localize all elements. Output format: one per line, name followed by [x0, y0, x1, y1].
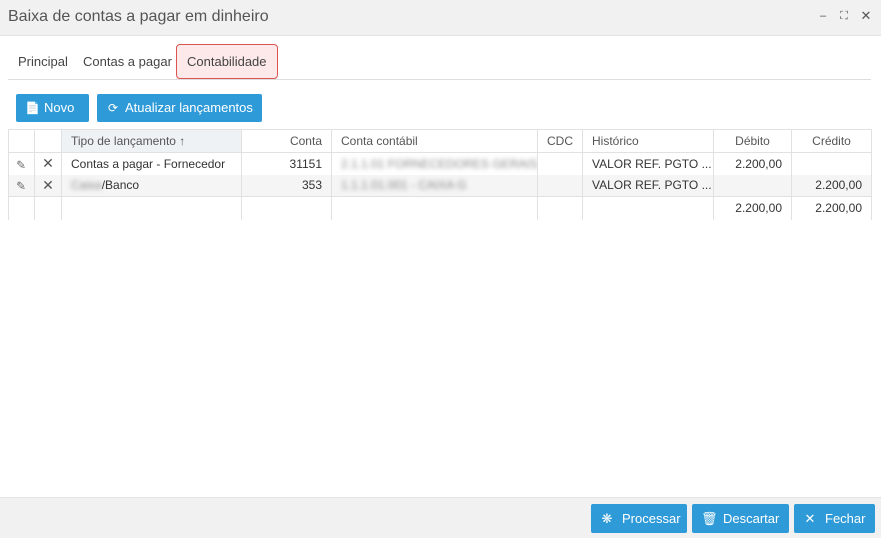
cdc-cell: [537, 174, 583, 197]
historico-column-header[interactable]: Histórico: [582, 129, 714, 153]
atualizar-lancamentos-button[interactable]: ⟳ Atualizar lançamentos: [97, 94, 262, 122]
dialog-footer: ❋ Processar 🗑 Descartar ✕ Fechar: [0, 497, 881, 538]
debito-column-header[interactable]: Débito: [713, 129, 792, 153]
debito-cell: [713, 174, 792, 197]
total-credito: 2.200,00: [791, 196, 872, 220]
delete-x-icon[interactable]: ✕: [42, 177, 54, 193]
edit-column-header: [8, 129, 35, 153]
credito-cell: [791, 152, 872, 175]
conta-contabil-cell: 2.1.1.01 FORNECEDORES GERAIS...: [331, 152, 538, 175]
conta-contabil-cell: 1.1.1.01.001 - CAIXA G: [331, 174, 538, 197]
tab-contas-a-pagar[interactable]: Contas a pagar: [73, 44, 182, 79]
lancamentos-grid: Tipo de lançamento ↑ Conta Conta contábi…: [8, 129, 872, 220]
conta-column-header[interactable]: Conta: [241, 129, 332, 153]
fechar-button-label: Fechar: [825, 511, 866, 526]
novo-button-label: Novo: [44, 100, 75, 115]
debito-cell: 2.200,00: [713, 152, 792, 175]
close-x-icon: ✕: [804, 511, 816, 526]
edit-cell[interactable]: ✏: [8, 152, 35, 175]
tab-principal[interactable]: Principal: [8, 44, 78, 79]
window-titlebar: Baixa de contas a pagar em dinheiro ‒ ⛶ …: [0, 0, 881, 36]
pencil-icon[interactable]: ✏: [13, 156, 30, 173]
new-file-icon: 📄: [25, 101, 40, 115]
processar-button-label: Processar: [622, 511, 681, 526]
spinner-icon: ❋: [601, 511, 613, 526]
tab-bar: Principal Contas a pagar Contabilidade: [8, 44, 871, 80]
tab-contabilidade[interactable]: Contabilidade: [176, 44, 278, 79]
conta-cell: 31151: [241, 152, 332, 175]
table-row[interactable]: ✏ ✕ Caixa/Banco 353 1.1.1.01.001 - CAIXA…: [8, 174, 872, 197]
total-debito: 2.200,00: [713, 196, 792, 220]
descartar-button-label: Descartar: [723, 511, 780, 526]
novo-button[interactable]: 📄 Novo: [16, 94, 89, 122]
maximize-icon[interactable]: ⛶: [837, 9, 851, 23]
tipo-cell: Contas a pagar - Fornecedor: [61, 152, 242, 175]
cdc-cell: [537, 152, 583, 175]
delete-column-header: [34, 129, 62, 153]
tipo-column-header[interactable]: Tipo de lançamento ↑: [61, 129, 242, 153]
delete-cell[interactable]: ✕: [34, 174, 62, 197]
close-icon[interactable]: ✕: [859, 9, 873, 23]
credito-cell: 2.200,00: [791, 174, 872, 197]
historico-cell: VALOR REF. PGTO ...: [582, 174, 714, 197]
atualizar-button-label: Atualizar lançamentos: [125, 100, 253, 115]
fechar-button[interactable]: ✕ Fechar: [794, 504, 875, 533]
historico-cell: VALOR REF. PGTO ...: [582, 152, 714, 175]
delete-x-icon[interactable]: ✕: [42, 155, 54, 171]
descartar-button[interactable]: 🗑 Descartar: [692, 504, 789, 533]
conta-cell: 353: [241, 174, 332, 197]
delete-cell[interactable]: ✕: [34, 152, 62, 175]
conta-contabil-redacted: 1.1.1.01.001 - CAIXA G: [341, 178, 467, 193]
conta-contabil-redacted: 2.1.1.01 FORNECEDORES GERAIS...: [341, 156, 538, 171]
pencil-icon[interactable]: ✏: [13, 178, 30, 195]
trash-icon: 🗑: [701, 511, 718, 526]
tipo-cell-text: Contas a pagar - Fornecedor: [71, 156, 226, 171]
table-row[interactable]: ✏ ✕ Contas a pagar - Fornecedor 31151 2.…: [8, 152, 872, 175]
tipo-cell-text: /Banco: [101, 178, 140, 193]
totals-row: 2.200,00 2.200,00: [8, 196, 872, 220]
cdc-column-header[interactable]: CDC: [537, 129, 583, 153]
conta-contabil-column-header[interactable]: Conta contábil: [331, 129, 538, 153]
refresh-icon: ⟳: [107, 101, 119, 115]
edit-cell[interactable]: ✏: [8, 174, 35, 197]
grid-header-row: Tipo de lançamento ↑ Conta Conta contábi…: [8, 129, 872, 153]
tipo-prefix-redacted: Caixa: [71, 178, 102, 193]
processar-button[interactable]: ❋ Processar: [591, 504, 687, 533]
window-title: Baixa de contas a pagar em dinheiro: [8, 8, 269, 25]
credito-column-header[interactable]: Crédito: [791, 129, 872, 153]
minimize-icon[interactable]: ‒: [816, 9, 830, 23]
tipo-cell: Caixa/Banco: [61, 174, 242, 197]
